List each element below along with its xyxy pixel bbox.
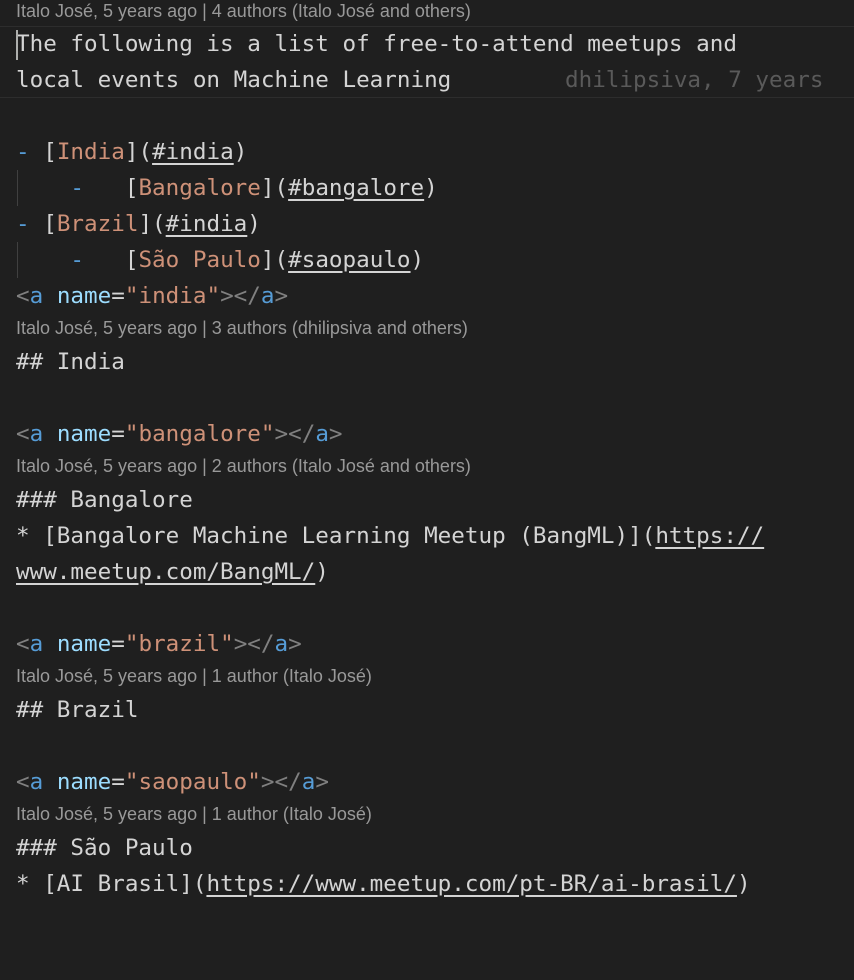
bracket: [ (124, 247, 139, 273)
tag-bracket: < (16, 769, 30, 795)
anchor-link[interactable]: #bangalore (288, 175, 424, 201)
attr-value: "bangalore" (124, 421, 275, 447)
heading-bangalore[interactable]: ### Bangalore (16, 482, 193, 518)
attr-value: "brazil" (124, 631, 234, 657)
attr-name: name (56, 283, 112, 309)
heading-brazil[interactable]: ## Brazil (16, 692, 138, 728)
list-dash: - (16, 211, 30, 237)
url-link[interactable]: https:// (655, 523, 764, 549)
tag-name: a (29, 769, 44, 795)
git-blame-codelens[interactable]: Italo José, 5 years ago | 3 authors (dhi… (16, 316, 468, 340)
editor-line-intro-2[interactable]: local events on Machine Learning (16, 62, 451, 98)
bracket: ) (233, 139, 248, 165)
anchor-link[interactable]: #saopaulo (288, 247, 410, 273)
bullet-text: * [Bangalore Machine Learning Meetup (Ba… (16, 523, 656, 549)
tag-name: a (274, 631, 289, 657)
tag-bracket: > (328, 421, 343, 447)
anchor-link[interactable]: #india (152, 139, 234, 165)
tag-name: a (301, 769, 316, 795)
tag-bracket: ></ (274, 421, 316, 447)
text-cursor (16, 30, 18, 60)
html-anchor-brazil[interactable]: <a name="brazil"></a> (16, 626, 302, 662)
bracket: ]( (124, 139, 153, 165)
tag-bracket: < (16, 421, 30, 447)
attr-name: name (56, 769, 112, 795)
attr-name: name (56, 421, 112, 447)
html-anchor-bangalore[interactable]: <a name="bangalore"></a> (16, 416, 343, 452)
tag-bracket: > (315, 769, 329, 795)
tag-bracket: > (274, 283, 289, 309)
bracket: ) (410, 247, 425, 273)
url-link[interactable]: www.meetup.com/BangML/ (16, 559, 315, 585)
link-text: Bangalore (138, 175, 261, 201)
bracket: ]( (260, 175, 289, 201)
heading-saopaulo[interactable]: ### São Paulo (16, 830, 193, 866)
tag-name: a (29, 631, 44, 657)
git-blame-codelens[interactable]: Italo José, 5 years ago | 2 authors (Ita… (16, 454, 471, 478)
link-text: India (56, 139, 125, 165)
tag-bracket: < (16, 631, 30, 657)
git-blame-codelens[interactable]: Italo José, 5 years ago | 1 author (Ital… (16, 802, 372, 826)
tag-name: a (29, 421, 44, 447)
toc-item-brazil[interactable]: - [Brazil](#india) (16, 206, 261, 242)
tag-bracket: ></ (260, 769, 302, 795)
inline-blame-annotation: dhilipsiva, 7 years (565, 67, 824, 93)
bracket: ) (247, 211, 261, 237)
tag-name: a (315, 421, 329, 447)
bracket: [ (43, 139, 57, 165)
list-dash: - (70, 175, 85, 201)
attr-value: "india" (124, 283, 221, 309)
bracket: ) (424, 175, 438, 201)
bracket: ) (736, 871, 751, 897)
bullet-ai-brasil[interactable]: * [AI Brasil](https://www.meetup.com/pt-… (16, 866, 751, 902)
attr-value: "saopaulo" (124, 769, 261, 795)
list-dash: - (70, 247, 85, 273)
list-dash: - (16, 139, 30, 165)
equals: = (111, 421, 125, 447)
toc-item-bangalore[interactable]: - [Bangalore](#bangalore) (16, 170, 438, 206)
git-blame-codelens[interactable]: Italo José, 5 years ago | 1 author (Ital… (16, 664, 372, 688)
bullet-bangml-cont[interactable]: www.meetup.com/BangML/) (16, 554, 329, 590)
git-blame-codelens[interactable]: Italo José, 5 years ago | 4 authors (Ita… (16, 0, 471, 23)
anchor-link[interactable]: #india (166, 211, 248, 237)
html-anchor-india[interactable]: <a name="india"></a> (16, 278, 288, 314)
toc-item-india[interactable]: - [India](#india) (16, 134, 247, 170)
tag-bracket: ></ (233, 631, 275, 657)
bracket: [ (124, 175, 139, 201)
bullet-text: * [AI Brasil]( (16, 871, 207, 897)
bracket: ]( (260, 247, 289, 273)
equals: = (111, 631, 125, 657)
bracket: ) (315, 559, 329, 585)
equals: = (111, 769, 125, 795)
equals: = (111, 283, 125, 309)
toc-item-saopaulo[interactable]: - [São Paulo](#saopaulo) (16, 242, 424, 278)
bracket: [ (43, 211, 57, 237)
attr-name: name (56, 631, 112, 657)
tag-bracket: < (16, 283, 30, 309)
bracket: ]( (138, 211, 166, 237)
link-text: Brazil (56, 211, 139, 237)
editor-line-intro-1[interactable]: The following is a list of free-to-atten… (16, 26, 737, 62)
html-anchor-saopaulo[interactable]: <a name="saopaulo"></a> (16, 764, 329, 800)
link-text: São Paulo (138, 247, 261, 273)
heading-india[interactable]: ## India (16, 344, 125, 380)
tag-bracket: > (288, 631, 302, 657)
url-link[interactable]: https://www.meetup.com/pt-BR/ai-brasil/ (206, 871, 737, 897)
bullet-bangml[interactable]: * [Bangalore Machine Learning Meetup (Ba… (16, 518, 764, 554)
code-editor[interactable]: Italo José, 5 years ago | 4 authors (Ita… (0, 0, 854, 980)
tag-bracket: ></ (220, 283, 261, 309)
tag-name: a (29, 283, 44, 309)
tag-name: a (260, 283, 275, 309)
